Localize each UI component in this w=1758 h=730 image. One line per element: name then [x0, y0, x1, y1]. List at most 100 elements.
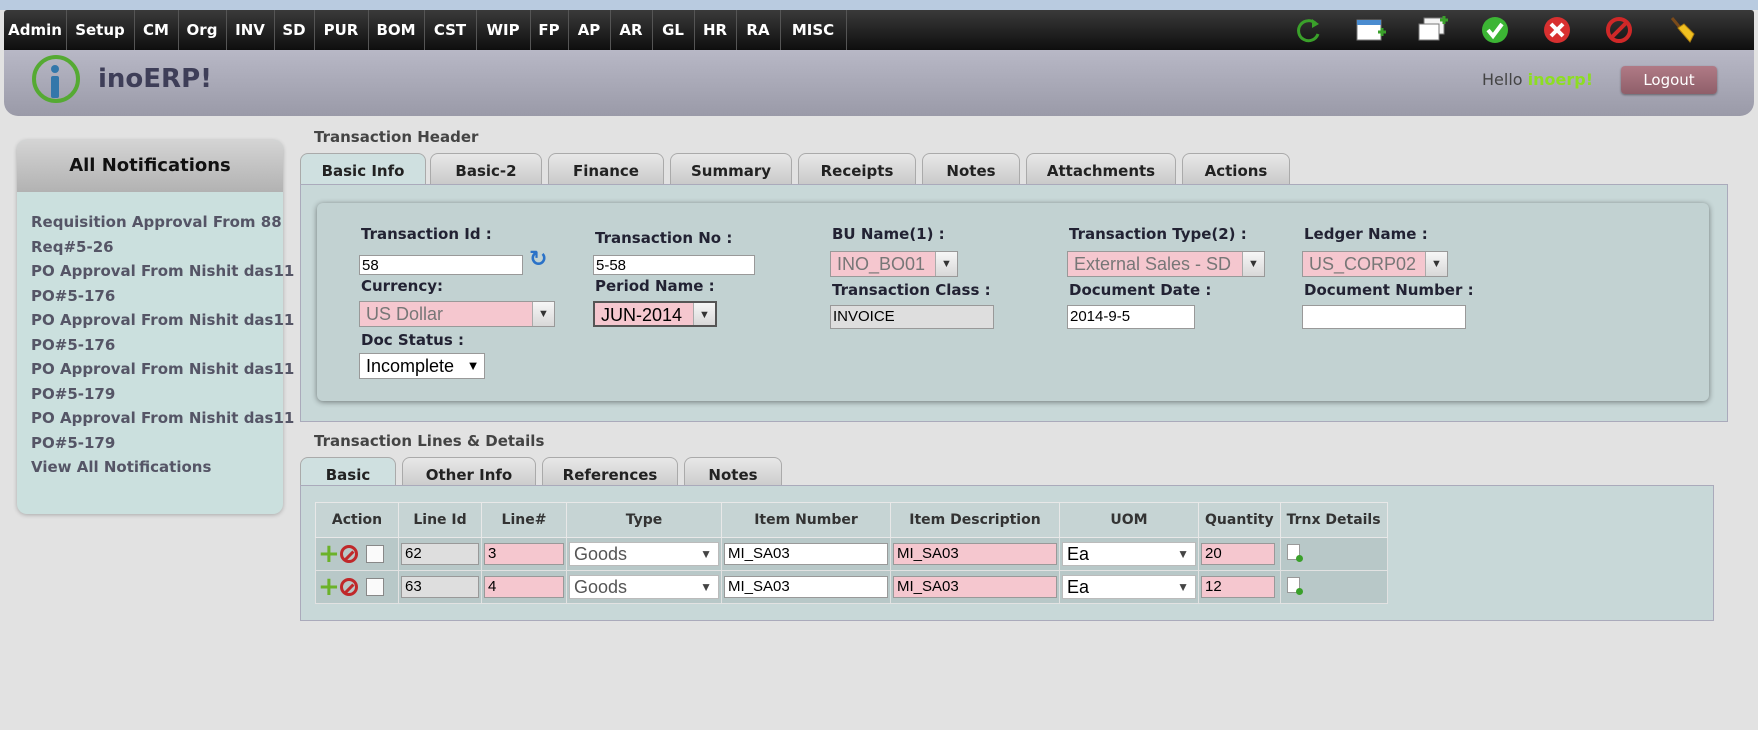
currency-value: US Dollar	[366, 304, 444, 324]
remove-line-icon[interactable]	[340, 545, 358, 563]
notification-link[interactable]: PO Approval From Nishit das11	[31, 259, 294, 284]
menu-setup[interactable]: Setup	[66, 10, 135, 50]
ledger-name-select[interactable]: US_CORP02 ▼	[1302, 251, 1448, 277]
transaction-no-label: Transaction No :	[595, 229, 733, 247]
type-cell: Goods ▼	[566, 537, 722, 571]
notification-link[interactable]: Req#5-26	[31, 235, 294, 260]
main-menu-bar: Admin Setup CM Org INV SD PUR BOM CST WI…	[4, 10, 1754, 50]
notifications-list: Requisition Approval From 88 Req#5-26 PO…	[31, 210, 294, 480]
notification-link[interactable]: PO Approval From Nishit das11	[31, 357, 294, 382]
tab-receipts[interactable]: Receipts	[798, 153, 916, 186]
notification-link[interactable]: PO Approval From Nishit das11	[31, 406, 294, 431]
chevron-down-icon: ▼	[1425, 252, 1447, 276]
menu-cm[interactable]: CM	[134, 10, 179, 50]
details-doc-icon[interactable]	[1286, 577, 1303, 595]
line-id-input[interactable]: 63	[401, 576, 479, 598]
save-check-icon[interactable]	[1478, 14, 1512, 46]
new-window-icon[interactable]	[1354, 14, 1388, 46]
type-select[interactable]: Goods ▼	[569, 575, 719, 599]
document-number-input[interactable]	[1302, 305, 1466, 329]
menu-ar[interactable]: AR	[610, 10, 653, 50]
basic-info-form: Transaction Id : 58 ↻ Currency: US Dolla…	[317, 203, 1709, 401]
transaction-class-input[interactable]: INVOICE	[830, 305, 994, 329]
cancel-icon[interactable]	[1602, 14, 1636, 46]
col-item-description: Item Description	[890, 502, 1060, 538]
menu-org[interactable]: Org	[178, 10, 227, 50]
doc-status-label: Doc Status :	[361, 331, 464, 349]
tab-actions[interactable]: Actions	[1182, 153, 1290, 186]
transaction-class-label: Transaction Class :	[832, 281, 991, 299]
notifications-panel: All Notifications Requisition Approval F…	[17, 140, 294, 514]
uom-select[interactable]: Ea ▼	[1062, 542, 1196, 566]
tab-notes[interactable]: Notes	[922, 153, 1020, 186]
line-select-checkbox[interactable]	[366, 545, 384, 563]
transaction-no-input[interactable]: 5-58	[593, 255, 755, 275]
menu-admin[interactable]: Admin	[4, 10, 67, 50]
uom-cell: Ea ▼	[1059, 570, 1199, 604]
menu-ap[interactable]: AP	[568, 10, 611, 50]
add-line-icon[interactable]: +	[318, 541, 340, 567]
chevron-down-icon: ▼	[1177, 580, 1189, 594]
item-description-input[interactable]: MI_SA03	[893, 543, 1057, 565]
chevron-down-icon: ▼	[700, 547, 712, 561]
item-number-input[interactable]: MI_SA03	[724, 576, 888, 598]
period-name-value: JUN-2014	[601, 305, 683, 325]
tab-basic-2[interactable]: Basic-2	[430, 153, 542, 186]
menu-pur[interactable]: PUR	[314, 10, 369, 50]
transaction-id-input[interactable]: 58	[359, 255, 523, 275]
quantity-input[interactable]: 12	[1201, 576, 1275, 598]
chevron-down-icon: ▼	[466, 358, 480, 373]
remove-line-icon[interactable]	[340, 578, 358, 596]
notification-link[interactable]: PO#5-179	[31, 431, 294, 456]
logout-button[interactable]: Logout	[1621, 66, 1717, 94]
tab-attachments[interactable]: Attachments	[1026, 153, 1176, 186]
line-no-input[interactable]: 4	[484, 576, 564, 598]
transaction-type-select[interactable]: External Sales - SD ▼	[1067, 251, 1265, 277]
bu-name-select[interactable]: INO_BO01 ▼	[830, 251, 958, 277]
transaction-header-title: Transaction Header	[314, 128, 479, 146]
item-description-cell: MI_SA03	[890, 537, 1060, 571]
menu-bom[interactable]: BOM	[368, 10, 425, 50]
item-description-input[interactable]: MI_SA03	[893, 576, 1057, 598]
tab-basic-info[interactable]: Basic Info	[300, 153, 426, 186]
quantity-input[interactable]: 20	[1201, 543, 1275, 565]
details-doc-icon[interactable]	[1286, 544, 1303, 562]
refresh-id-icon[interactable]: ↻	[529, 247, 547, 272]
copy-window-icon[interactable]	[1416, 14, 1450, 46]
menu-inv[interactable]: INV	[226, 10, 275, 50]
menu-ra[interactable]: RA	[736, 10, 781, 50]
tab-finance[interactable]: Finance	[548, 153, 664, 186]
notification-link[interactable]: Requisition Approval From 88	[31, 210, 294, 235]
chevron-down-icon: ▼	[532, 302, 554, 326]
line-select-checkbox[interactable]	[366, 578, 384, 596]
uom-select[interactable]: Ea ▼	[1062, 575, 1196, 599]
period-name-select[interactable]: JUN-2014 ▼	[593, 301, 717, 327]
view-all-notifications-link[interactable]: View All Notifications	[31, 455, 294, 480]
menu-misc[interactable]: MISC	[780, 10, 847, 50]
refresh-icon[interactable]	[1292, 14, 1326, 46]
add-line-icon[interactable]: +	[318, 574, 340, 600]
menu-hr[interactable]: HR	[694, 10, 737, 50]
notification-link[interactable]: PO Approval From Nishit das11	[31, 308, 294, 333]
menu-fp[interactable]: FP	[530, 10, 569, 50]
notification-link[interactable]: PO#5-179	[31, 382, 294, 407]
notification-link[interactable]: PO#5-176	[31, 333, 294, 358]
line-no-input[interactable]: 3	[484, 543, 564, 565]
col-line-id: Line Id	[398, 502, 482, 538]
line-no-cell: 3	[481, 537, 567, 571]
item-number-input[interactable]: MI_SA03	[724, 543, 888, 565]
menu-wip[interactable]: WIP	[476, 10, 531, 50]
line-id-input[interactable]: 62	[401, 543, 479, 565]
clear-broom-icon[interactable]	[1664, 14, 1698, 46]
currency-select[interactable]: US Dollar ▼	[359, 301, 555, 327]
menu-sd[interactable]: SD	[274, 10, 315, 50]
delete-x-icon[interactable]	[1540, 14, 1574, 46]
document-date-input[interactable]: 2014-9-5	[1067, 305, 1195, 329]
type-select[interactable]: Goods ▼	[569, 542, 719, 566]
tab-summary[interactable]: Summary	[670, 153, 792, 186]
quantity-cell: 12	[1198, 570, 1281, 604]
menu-cst[interactable]: CST	[424, 10, 477, 50]
menu-gl[interactable]: GL	[652, 10, 695, 50]
notification-link[interactable]: PO#5-176	[31, 284, 294, 309]
doc-status-select[interactable]: Incomplete ▼	[359, 353, 485, 379]
